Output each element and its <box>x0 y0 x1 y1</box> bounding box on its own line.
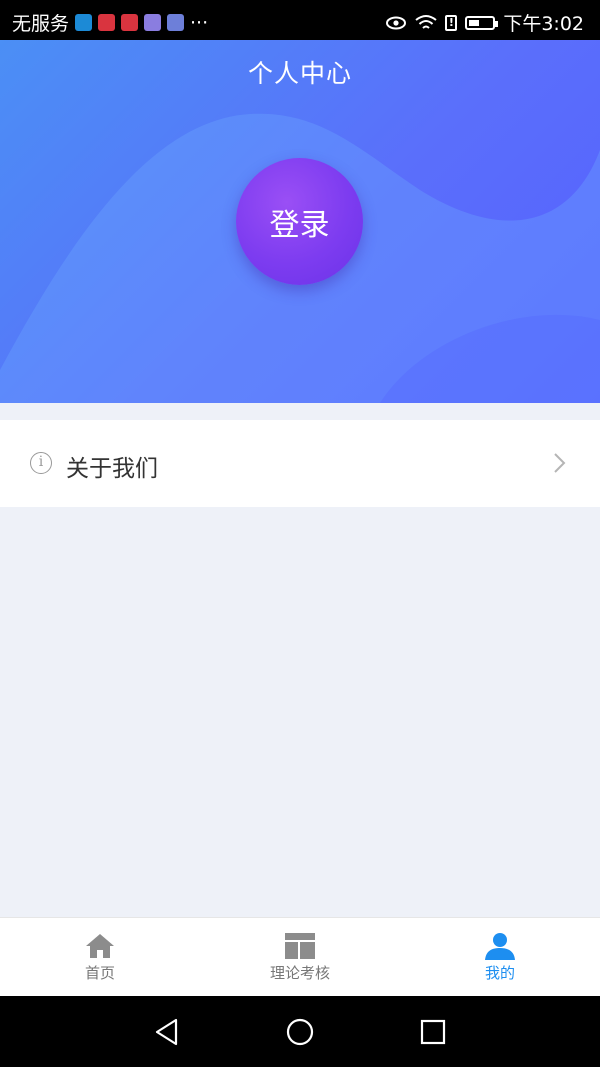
back-icon[interactable] <box>152 1017 182 1047</box>
profile-header: 个人中心 登录 <box>0 40 600 403</box>
login-button[interactable]: 登录 <box>236 158 363 285</box>
info-icon: i <box>30 452 52 474</box>
tab-theory-exam[interactable]: 理论考核 <box>200 918 400 997</box>
status-right: ! 下午3:02 <box>385 9 584 36</box>
tab-bar: 首页 理论考核 我的 <box>0 917 600 997</box>
tab-mine[interactable]: 我的 <box>400 918 600 997</box>
user-icon <box>485 933 515 960</box>
recents-icon[interactable] <box>418 1017 448 1047</box>
tab-mine-label: 我的 <box>484 964 515 982</box>
status-bar: 无服务 ··· ! 下午3:02 <box>0 0 600 40</box>
video-app-icon <box>75 14 93 31</box>
tab-theory-exam-label: 理论考核 <box>269 964 330 982</box>
about-us-label: 关于我们 <box>66 456 158 482</box>
red-app-icon <box>98 14 116 31</box>
status-left: 无服务 ··· <box>12 9 208 36</box>
alert-icon: ! <box>445 14 458 31</box>
browser-app-icon <box>144 14 162 31</box>
tab-home[interactable]: 首页 <box>0 918 200 997</box>
system-nav-bar <box>0 996 600 1067</box>
wifi-icon <box>415 14 437 29</box>
battery-icon <box>465 15 499 30</box>
battery-level <box>469 19 480 26</box>
eye-icon <box>386 16 407 29</box>
status-time: 下午3:02 <box>503 13 584 35</box>
tab-home-label: 首页 <box>84 964 115 982</box>
home-icon <box>86 934 114 958</box>
music-app-icon <box>167 14 185 31</box>
more-notifications-icon: ··· <box>190 11 209 34</box>
about-us-item[interactable]: i 关于我们 <box>0 420 600 507</box>
huawei-app-icon <box>121 14 139 31</box>
page-title: 个人中心 <box>247 59 352 88</box>
layout-icon <box>285 933 315 959</box>
carrier-text: 无服务 <box>12 13 70 35</box>
chevron-right-icon <box>554 453 566 473</box>
home-nav-icon[interactable] <box>285 1017 315 1047</box>
